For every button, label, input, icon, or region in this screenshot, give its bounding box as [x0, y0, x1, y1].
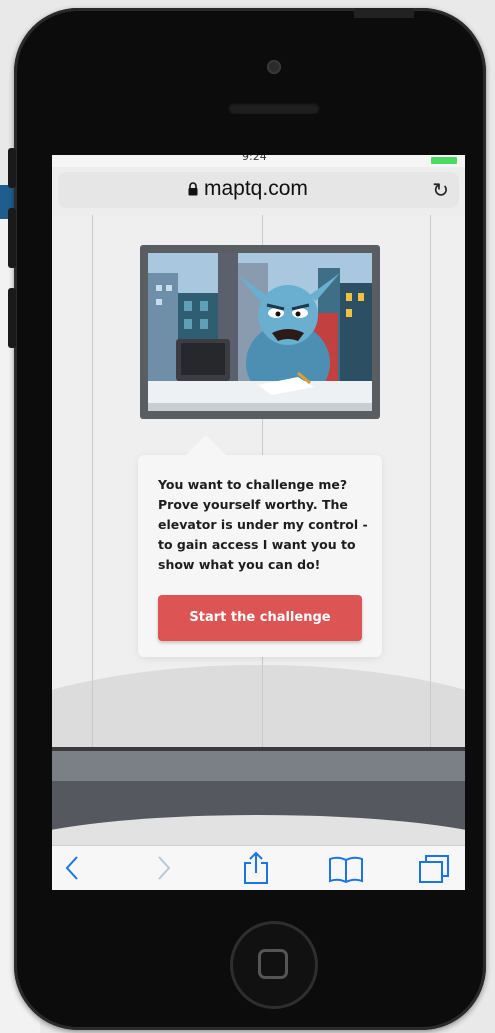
web-page: You want to challenge me? Prove yourself… [52, 215, 465, 890]
wall-line [430, 215, 431, 750]
chevron-left-icon[interactable] [64, 855, 80, 881]
chevron-right-icon[interactable] [156, 855, 172, 881]
speech-bubble: You want to challenge me? Prove yourself… [138, 435, 382, 657]
phone-screen: 9:24 maptq.com ↻ You want to challenge m… [52, 155, 465, 890]
sleep-button [354, 8, 414, 18]
wall-line [92, 215, 93, 750]
lock-icon [188, 182, 198, 196]
status-time: 9:24 [242, 155, 267, 163]
tabs-icon[interactable] [418, 854, 452, 884]
volume-up-button [8, 208, 16, 268]
safari-toolbar [52, 845, 465, 890]
start-challenge-button[interactable]: Start the challenge [158, 595, 362, 641]
status-bar: 9:24 [52, 155, 465, 167]
book-icon[interactable] [328, 855, 364, 883]
url-text: maptq.com [204, 177, 308, 200]
floor-band [52, 751, 465, 781]
character-illustration [140, 245, 380, 419]
challenge-message: You want to challenge me? Prove yourself… [158, 477, 368, 572]
share-icon[interactable] [242, 851, 270, 885]
volume-down-button [8, 288, 16, 348]
earpiece-speaker [228, 102, 320, 114]
speech-bubble-tip [186, 435, 226, 455]
battery-icon [431, 157, 457, 164]
reload-icon[interactable]: ↻ [432, 178, 449, 202]
goblin-office-scene [148, 253, 372, 411]
mute-switch [8, 148, 16, 188]
front-camera [267, 60, 281, 74]
home-button-icon [258, 949, 288, 979]
address-bar[interactable]: maptq.com ↻ [58, 172, 459, 208]
